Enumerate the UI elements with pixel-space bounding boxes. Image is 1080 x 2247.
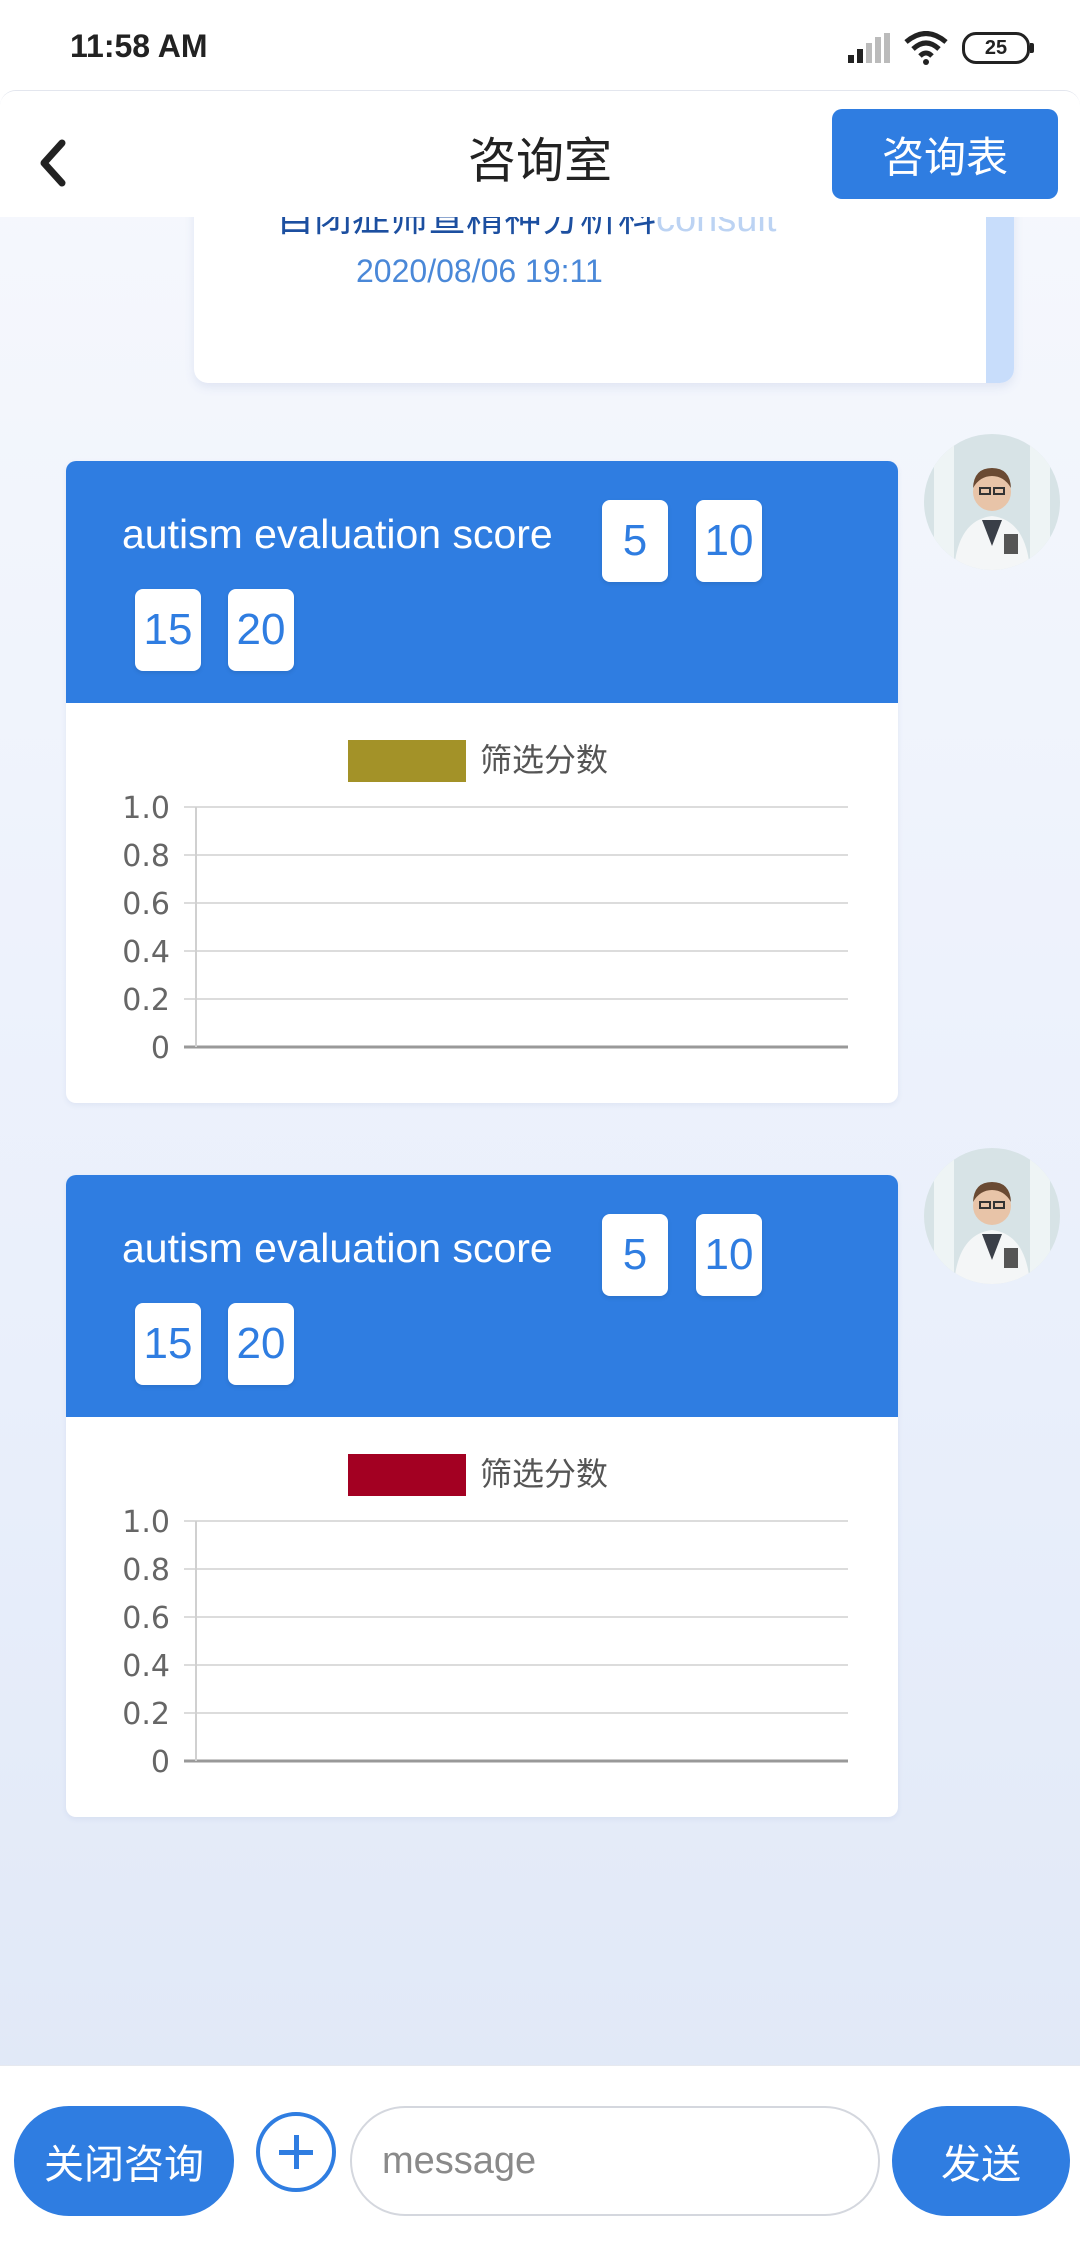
chart-area: 筛选分数 1.0 0.8 0.6 0.4 0.2 0 bbox=[66, 703, 898, 1103]
option-button-10[interactable]: 10 bbox=[696, 500, 762, 582]
message-input[interactable] bbox=[350, 2106, 880, 2216]
wifi-icon bbox=[904, 31, 948, 65]
option-button-20[interactable]: 20 bbox=[228, 1303, 294, 1385]
legend-swatch bbox=[348, 740, 466, 782]
question-header: autism evaluation score 5 10 15 20 bbox=[66, 1175, 898, 1417]
y-tick-label: 0.2 bbox=[122, 1697, 170, 1732]
header-bar: 咨询室 咨询表 bbox=[0, 91, 1080, 217]
status-bar: 11:58 AM 25 bbox=[0, 0, 1080, 90]
score-chart: 筛选分数 1.0 0.8 0.6 0.4 0.2 0 bbox=[122, 1454, 848, 1780]
question-header: autism evaluation score 5 10 15 20 bbox=[66, 461, 898, 703]
consultation-form-button[interactable]: 咨询表 bbox=[832, 109, 1058, 199]
option-button-10[interactable]: 10 bbox=[696, 1214, 762, 1296]
y-tick-label: 0.8 bbox=[122, 839, 170, 874]
doctor-avatar[interactable] bbox=[924, 434, 1060, 570]
y-tick-label: 0.2 bbox=[122, 983, 170, 1018]
question-card: autism evaluation score 5 10 15 20 筛选分数 1… bbox=[66, 461, 898, 1103]
doctor-avatar[interactable] bbox=[924, 1148, 1060, 1284]
y-tick-label: 0.4 bbox=[122, 935, 170, 970]
y-tick-label: 1.0 bbox=[122, 791, 170, 826]
question-text: autism evaluation score bbox=[122, 1225, 553, 1271]
y-tick-label: 0 bbox=[151, 1745, 170, 1780]
legend-label: 筛选分数 bbox=[480, 1455, 608, 1493]
previous-message-time: 2020/08/06 19:11 bbox=[356, 253, 603, 289]
y-tick-label: 0 bbox=[151, 1031, 170, 1066]
option-button-15[interactable]: 15 bbox=[135, 589, 201, 671]
option-button-15[interactable]: 15 bbox=[135, 1303, 201, 1385]
option-button-5[interactable]: 5 bbox=[602, 500, 668, 582]
input-bar: 关闭咨询 发送 bbox=[0, 2065, 1080, 2247]
doctor-avatar-image bbox=[924, 434, 1060, 570]
y-tick-label: 0.6 bbox=[122, 887, 170, 922]
score-chart: 筛选分数 1.0 0.8 0.6 0.4 0.2 0 bbox=[122, 740, 848, 1066]
y-tick-label: 0.6 bbox=[122, 1601, 170, 1636]
signal-icon bbox=[848, 33, 890, 63]
battery-indicator: 25 bbox=[962, 32, 1034, 64]
option-button-20[interactable]: 20 bbox=[228, 589, 294, 671]
y-tick-label: 1.0 bbox=[122, 1505, 170, 1540]
chart-area: 筛选分数 1.0 0.8 0.6 0.4 0.2 0 bbox=[66, 1417, 898, 1817]
y-tick-label: 0.8 bbox=[122, 1553, 170, 1588]
question-card: autism evaluation score 5 10 15 20 筛选分数 1… bbox=[66, 1175, 898, 1817]
status-icons: 25 bbox=[848, 28, 1034, 68]
previous-message-card: 自闭症筛查精神分析科consult 2020/08/06 19:11 bbox=[194, 191, 1014, 383]
plus-icon[interactable] bbox=[256, 2112, 336, 2192]
message-accent-strip bbox=[986, 191, 1014, 383]
close-consultation-button[interactable]: 关闭咨询 bbox=[14, 2106, 234, 2216]
back-button[interactable] bbox=[28, 131, 76, 191]
legend-label: 筛选分数 bbox=[480, 741, 608, 779]
legend-swatch bbox=[348, 1454, 466, 1496]
back-chevron-icon bbox=[40, 139, 66, 187]
question-text: autism evaluation score bbox=[122, 511, 553, 557]
doctor-avatar-image bbox=[924, 1148, 1060, 1284]
status-time: 11:58 AM bbox=[70, 28, 208, 64]
send-button[interactable]: 发送 bbox=[892, 2106, 1070, 2216]
consultation-screen: 自闭症筛查精神分析科consult 2020/08/06 19:11 咨询室 咨… bbox=[0, 90, 1080, 2247]
option-button-5[interactable]: 5 bbox=[602, 1214, 668, 1296]
chart-message-1: autism evaluation score 5 10 15 20 筛选分数 1… bbox=[66, 461, 898, 1103]
chart-message-2: autism evaluation score 5 10 15 20 筛选分数 1… bbox=[66, 1175, 898, 1817]
y-tick-label: 0.4 bbox=[122, 1649, 170, 1684]
